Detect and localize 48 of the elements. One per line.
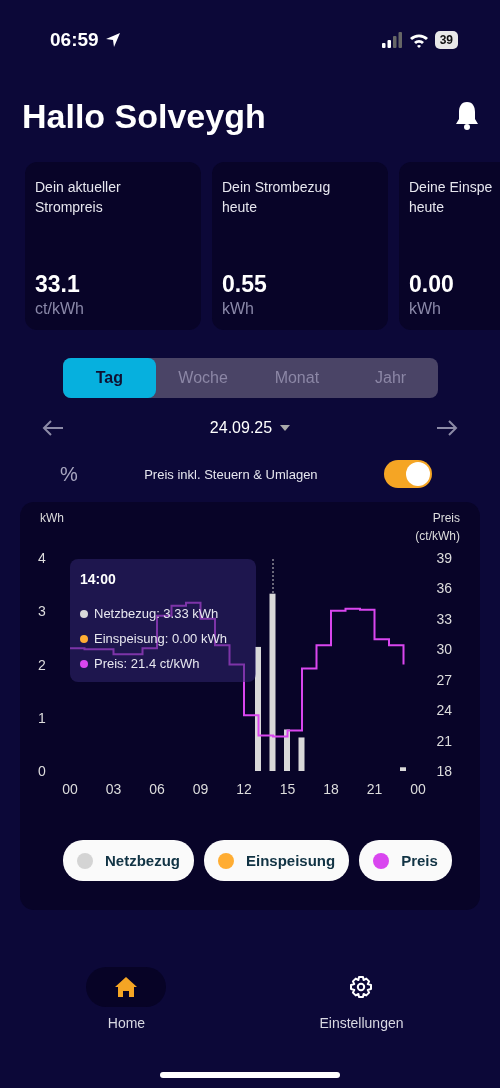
axis-label: kWh [40,511,64,525]
tick-label: 00 [410,781,426,797]
tick-label: 24 [436,702,452,719]
tooltip-text: Einspeisung: 0.00 kWh [94,631,227,646]
tick-label: 39 [436,550,452,566]
tick-label: 27 [436,671,452,688]
tick-label: 0 [38,763,46,779]
percent-symbol: % [60,462,78,486]
toggle-label: Preis inkl. Steuern & Umlagen [144,466,318,482]
status-time: 06:59 [50,29,99,51]
tick-label: 12 [236,781,252,797]
tick-label: 18 [323,781,339,797]
tick-label: 15 [279,781,296,797]
card-label: Dein Strombezug [222,178,332,197]
tooltip-text: Netzbezug: 3.33 kWh [94,606,219,621]
axis-label: Preis (ct/kWh) [415,511,460,543]
tick-label: 2 [38,656,46,673]
card-unit: kWh [222,300,255,318]
legend-label: Netzbezug [105,852,180,869]
tick-label: 21 [436,732,452,749]
card-label: Dein aktueller [35,178,122,197]
legend-label: Einspeisung [246,852,336,869]
tick-label: 21 [366,781,383,797]
card-label: heute [409,198,446,217]
tick-label: 1 [38,709,46,726]
card-value: 33.1 [35,271,81,298]
tick-label: 4 [38,550,46,566]
legend-label: Preis [401,852,438,869]
card-value: 0.55 [222,271,268,298]
tick-label: 3 [38,603,46,620]
card-label: Strompreis [35,198,104,217]
tick-label: 06 [149,781,165,797]
battery-indicator: 39 [434,31,458,49]
card-value: 0.00 [409,271,455,298]
card-label: heute [222,198,259,217]
tick-label: 33 [436,610,452,627]
tick-label: 00 [62,781,78,797]
tooltip-text: Preis: 21.4 ct/kWh [94,656,200,671]
card-label: Deine Einspe [409,178,494,197]
tooltip-title: 14:00 [80,571,117,587]
card-unit: kWh [409,300,442,318]
tick-label: 36 [436,580,452,597]
card-unit: ct/kWh [35,300,85,318]
greeting-title: Hallo Solveygh [22,96,266,136]
tick-label: 03 [105,781,122,797]
tick-label: 30 [436,641,452,658]
tick-label: 18 [436,763,452,779]
tick-label: 09 [192,781,209,797]
